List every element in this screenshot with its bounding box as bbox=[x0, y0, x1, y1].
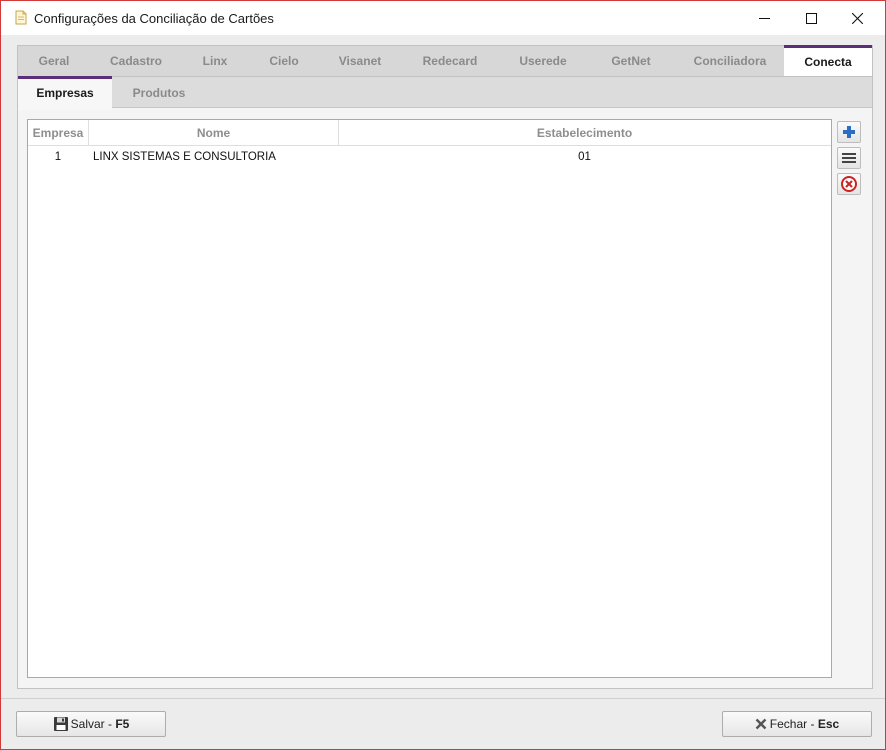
edit-list-button[interactable] bbox=[837, 147, 861, 169]
delete-button[interactable] bbox=[837, 173, 861, 195]
column-header-empresa[interactable]: Empresa bbox=[28, 120, 89, 145]
save-button[interactable]: Salvar - F5 bbox=[16, 711, 166, 737]
table-row[interactable]: 1 LINX SISTEMAS E CONSULTORIA 01 bbox=[28, 146, 831, 168]
tab-redecard[interactable]: Redecard bbox=[400, 46, 500, 76]
cell-nome: LINX SISTEMAS E CONSULTORIA bbox=[93, 151, 276, 163]
close-shortcut: Esc bbox=[817, 717, 840, 731]
maximize-button[interactable] bbox=[788, 1, 834, 35]
list-icon bbox=[842, 153, 856, 163]
tab-getnet[interactable]: GetNet bbox=[586, 46, 676, 76]
add-icon bbox=[843, 126, 855, 138]
tab-cadastro[interactable]: Cadastro bbox=[90, 46, 182, 76]
tab-linx[interactable]: Linx bbox=[182, 46, 248, 76]
minimize-button[interactable] bbox=[741, 1, 787, 35]
grid-header: Empresa Nome Estabelecimento bbox=[28, 120, 831, 146]
tab-visanet[interactable]: Visanet bbox=[320, 46, 400, 76]
tab-geral[interactable]: Geral bbox=[18, 46, 90, 76]
tab-produtos[interactable]: Produtos bbox=[112, 77, 206, 107]
floppy-disk-icon bbox=[53, 717, 68, 731]
minimize-icon bbox=[758, 17, 770, 19]
save-shortcut: F5 bbox=[115, 717, 130, 731]
tab-conciliadora[interactable]: Conciliadora bbox=[676, 46, 784, 76]
close-icon bbox=[851, 12, 863, 24]
close-window-button[interactable] bbox=[834, 1, 880, 35]
empresas-grid[interactable]: Empresa Nome Estabelecimento 1 LINX SIST… bbox=[27, 119, 832, 678]
close-label: Fechar - bbox=[769, 717, 815, 731]
cell-empresa: 1 bbox=[54, 151, 62, 163]
tab-conecta[interactable]: Conecta bbox=[784, 45, 872, 78]
dialog-body: Geral Cadastro Linx Cielo Visanet Redeca… bbox=[1, 35, 885, 749]
tab-empresas[interactable]: Empresas bbox=[18, 76, 112, 110]
column-header-nome[interactable]: Nome bbox=[89, 120, 339, 145]
column-header-estabelecimento[interactable]: Estabelecimento bbox=[339, 120, 830, 145]
title-bar: Configurações da Conciliação de Cartões bbox=[1, 1, 885, 35]
save-label: Salvar - bbox=[70, 717, 112, 731]
conecta-panel: Empresas Produtos Empresa Nome Estabelec… bbox=[17, 76, 873, 689]
config-window: Configurações da Conciliação de Cartões … bbox=[0, 0, 886, 750]
close-x-icon bbox=[755, 718, 767, 730]
window-title: Configurações da Conciliação de Cartões bbox=[34, 11, 274, 26]
sub-tab-bar: Empresas Produtos bbox=[18, 76, 872, 110]
cell-estabelecimento: 01 bbox=[578, 151, 591, 163]
delete-icon bbox=[841, 176, 857, 192]
close-button[interactable]: Fechar - Esc bbox=[722, 711, 872, 737]
add-button[interactable] bbox=[837, 121, 861, 143]
tab-cielo[interactable]: Cielo bbox=[248, 46, 320, 76]
document-icon bbox=[15, 10, 27, 25]
tab-userede[interactable]: Userede bbox=[500, 46, 586, 76]
maximize-icon bbox=[805, 12, 817, 24]
main-tab-bar: Geral Cadastro Linx Cielo Visanet Redeca… bbox=[17, 45, 873, 78]
footer-divider bbox=[1, 698, 885, 699]
